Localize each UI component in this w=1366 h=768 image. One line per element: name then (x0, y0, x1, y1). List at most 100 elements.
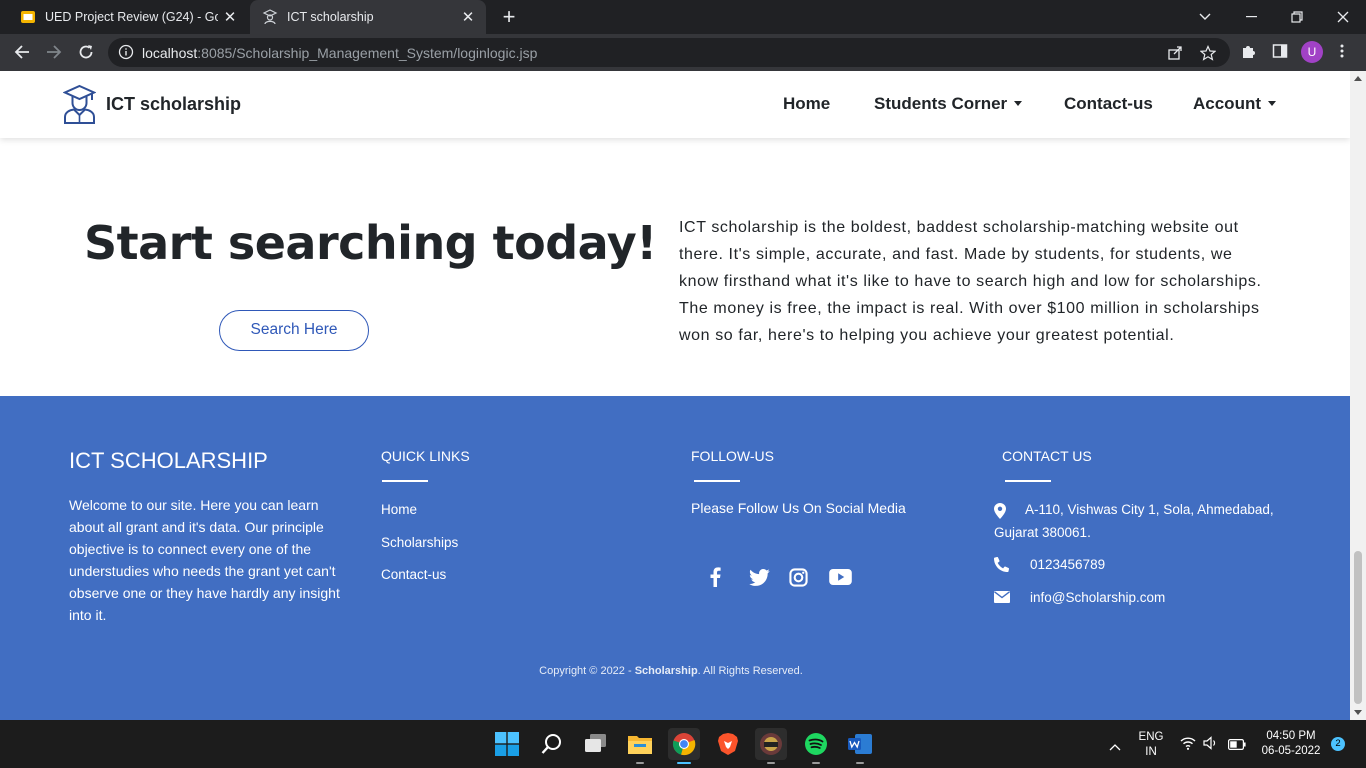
footer-about-text: Welcome to our site. Here you can learn … (69, 497, 340, 623)
site-footer: ICT SCHOLARSHIP Welcome to our site. Her… (0, 396, 1350, 720)
phone-icon (994, 557, 1009, 572)
nav-students-corner-dropdown[interactable]: Students Corner (874, 94, 1023, 114)
input-language[interactable]: ENG IN (1136, 730, 1166, 760)
copyright-text: Copyright © 2022 - Scholarship. All Righ… (0, 665, 1342, 677)
follow-us-heading: FOLLOW-US (691, 448, 774, 464)
quick-links-heading: QUICK LINKS (381, 448, 470, 464)
reload-icon[interactable] (74, 40, 98, 64)
url-text[interactable]: localhost:8085/Scholarship_Management_Sy… (142, 45, 537, 61)
minimize-button[interactable] (1228, 0, 1274, 34)
extensions-puzzle-icon[interactable] (1240, 43, 1256, 59)
browser-toolbar: localhost:8085/Scholarship_Management_Sy… (0, 34, 1366, 71)
browser-tab-strip: UED Project Review (G24) - Goog ✕ ICT sc… (0, 0, 1366, 34)
heading-underline (1005, 480, 1051, 482)
task-view-icon[interactable] (580, 728, 612, 760)
contact-address-line2: Gujarat 380061. (994, 525, 1091, 540)
tab-close-icon[interactable]: ✕ (218, 8, 242, 26)
footer-link-scholarships[interactable]: Scholarships (381, 535, 458, 550)
contact-us-heading: CONTACT US (1002, 448, 1092, 464)
notification-badge[interactable]: 2 (1331, 737, 1345, 751)
clock-time: 04:50 PM (1266, 730, 1316, 742)
graduate-logo-icon (63, 84, 96, 124)
running-indicator (767, 761, 775, 764)
follow-us-text: Please Follow Us On Social Media (691, 500, 906, 516)
back-arrow-icon[interactable] (10, 40, 34, 64)
slides-icon (21, 11, 35, 23)
restore-button[interactable] (1274, 0, 1320, 34)
brand-name: ICT scholarship (106, 93, 242, 114)
footer-title: ICT SCHOLARSHIP (69, 448, 268, 473)
caret-down-icon (1014, 100, 1023, 106)
nav-home[interactable]: Home (783, 94, 830, 114)
site-info-icon[interactable] (118, 44, 134, 60)
page-scrollbar[interactable] (1350, 71, 1366, 720)
youtube-icon[interactable] (828, 565, 852, 589)
tab-search-chevron-icon[interactable] (1182, 0, 1228, 34)
volume-icon[interactable] (1203, 736, 1218, 755)
share-icon[interactable] (1167, 45, 1183, 61)
running-indicator (636, 761, 644, 764)
copyright-suffix: . All Rights Reserved. (697, 665, 803, 677)
side-panel-icon[interactable] (1272, 43, 1288, 59)
tab-title: ICT scholarship (287, 10, 374, 24)
word-icon[interactable] (844, 728, 876, 764)
new-tab-button[interactable]: + (498, 6, 520, 28)
contact-address-line1: A-110, Vishwas City 1, Sola, Ahmedabad, (1025, 502, 1274, 517)
hero-title: Start searching today! (84, 216, 657, 270)
nav-account-dropdown[interactable]: Account (1193, 94, 1276, 114)
scroll-down-arrow-icon[interactable] (1354, 710, 1362, 715)
profile-avatar[interactable]: U (1301, 41, 1323, 63)
facebook-icon[interactable] (703, 565, 727, 589)
nav-account-label: Account (1193, 94, 1261, 113)
graduate-icon (262, 9, 278, 25)
tab-title: UED Project Review (G24) - Goog (45, 10, 218, 24)
nav-students-corner-label: Students Corner (874, 94, 1008, 113)
twitter-icon[interactable] (747, 565, 771, 589)
heading-underline (382, 480, 428, 482)
gnome-game-icon[interactable] (755, 728, 787, 764)
scroll-up-arrow-icon[interactable] (1354, 76, 1362, 81)
map-marker-icon (994, 503, 1006, 519)
footer-link-home[interactable]: Home (381, 502, 417, 517)
bookmark-star-icon[interactable] (1200, 45, 1216, 61)
wifi-icon[interactable] (1180, 736, 1196, 755)
forward-arrow-icon[interactable] (42, 40, 66, 64)
file-explorer-icon[interactable] (624, 728, 656, 764)
close-window-button[interactable] (1320, 0, 1366, 34)
clock[interactable]: 04:50 PM 06-05-2022 (1256, 729, 1326, 759)
caret-down-icon (1268, 100, 1276, 106)
clock-date: 06-05-2022 (1261, 745, 1321, 757)
brave-browser-icon[interactable] (712, 728, 744, 760)
tab-ict-scholarship[interactable]: ICT scholarship ✕ (250, 0, 486, 34)
brand-logo-link[interactable]: ICT scholarship (63, 84, 241, 124)
footer-link-contact-us[interactable]: Contact-us (381, 567, 446, 582)
language-label: ENG (1138, 731, 1164, 743)
battery-icon[interactable] (1228, 737, 1246, 755)
contact-phone: 0123456789 (1030, 557, 1106, 572)
active-indicator (677, 761, 691, 764)
page-viewport: ICT scholarship Home Students Corner Con… (0, 71, 1350, 720)
running-indicator (812, 761, 820, 764)
chrome-menu-icon[interactable] (1334, 43, 1350, 59)
scrollbar-thumb[interactable] (1354, 551, 1362, 704)
region-label: IN (1145, 746, 1157, 758)
spotify-icon[interactable] (800, 728, 832, 764)
url-path: :8085/Scholarship_Management_System/logi… (197, 45, 538, 61)
chrome-icon[interactable] (668, 728, 700, 764)
windows-start-icon[interactable] (491, 728, 523, 760)
copyright-prefix: Copyright © 2022 - (539, 665, 635, 677)
contact-email[interactable]: info@Scholarship.com (1030, 590, 1165, 605)
hero-description: ICT scholarship is the boldest, baddest … (679, 219, 1262, 344)
site-navbar: ICT scholarship Home Students Corner Con… (0, 71, 1350, 138)
nav-contact-us[interactable]: Contact-us (1064, 94, 1153, 114)
tab-close-icon[interactable]: ✕ (456, 8, 480, 26)
chevron-up-icon[interactable] (1109, 738, 1121, 756)
windows-taskbar: ENG IN 04:50 PM 06-05-2022 (0, 720, 1366, 768)
address-bar[interactable]: localhost:8085/Scholarship_Management_Sy… (108, 38, 1230, 67)
copyright-brand: Scholarship (634, 665, 698, 677)
search-icon[interactable] (536, 728, 568, 760)
search-here-button[interactable]: Search Here (219, 310, 369, 351)
envelope-icon (994, 591, 1010, 603)
instagram-icon[interactable] (786, 565, 810, 589)
tab-ued-project-review[interactable]: UED Project Review (G24) - Goog ✕ (8, 0, 248, 34)
